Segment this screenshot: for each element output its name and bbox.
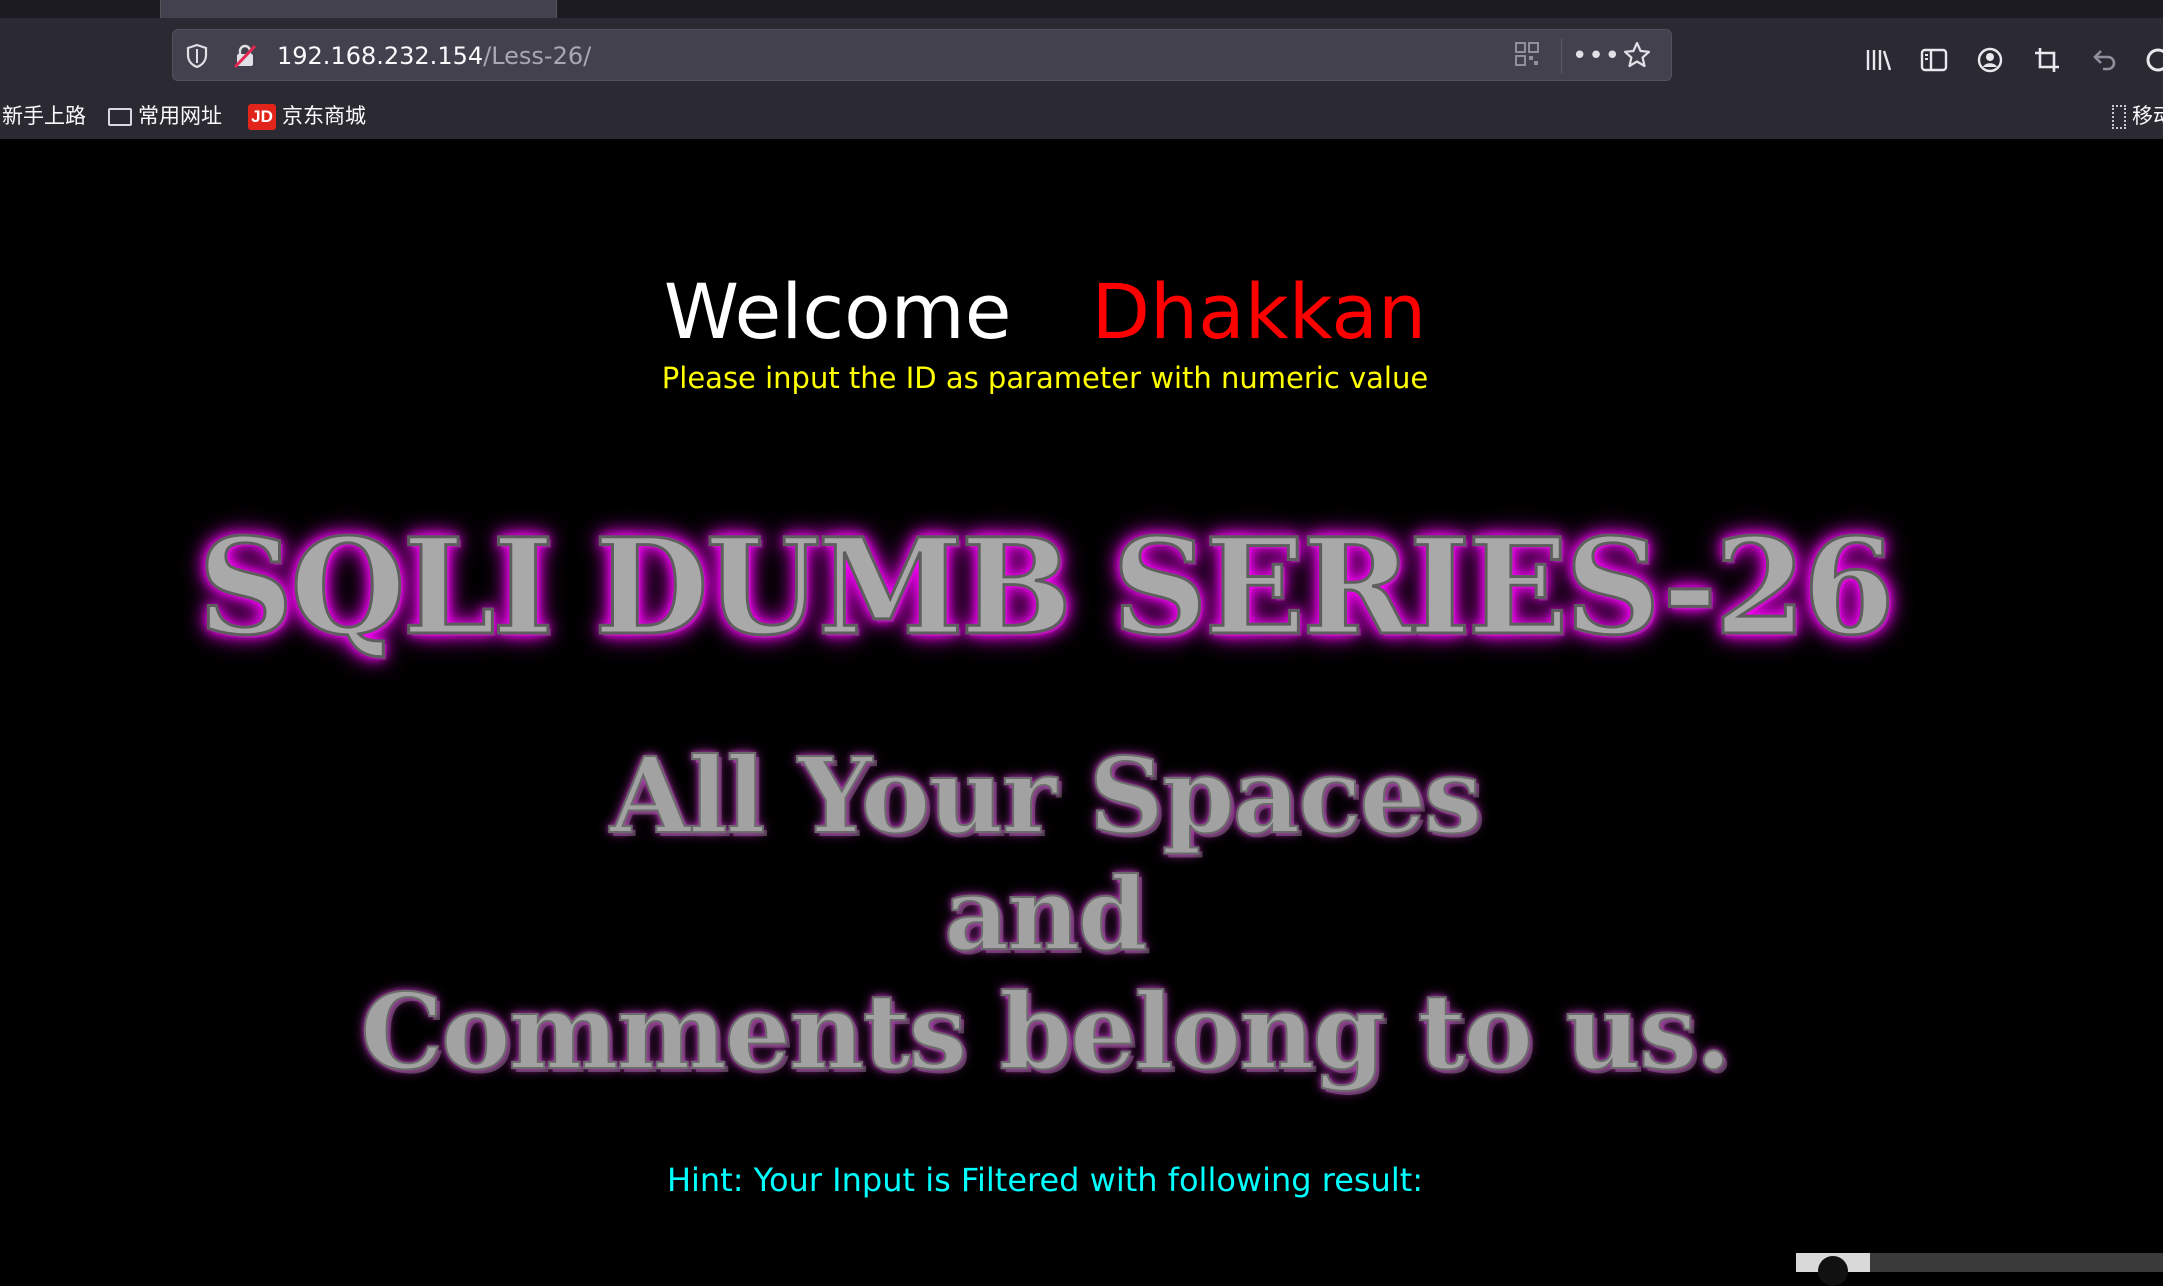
bookmark-label: 新手上路 [2,104,86,128]
bookmark-folder-common[interactable]: 常用网址 [108,100,222,132]
url-bar-separator [1561,38,1562,74]
user-name: Dhakkan [1091,267,1427,356]
library-icon[interactable] [1860,44,1896,80]
screenshot-crop-icon[interactable] [2029,44,2065,80]
url-host: 192.168.232.154 [277,42,484,70]
folder-icon [108,108,132,126]
sidebar-icon[interactable] [1916,44,1952,80]
welcome-heading: Welcome Dhakkan [0,267,2090,357]
sync-icon[interactable] [2140,44,2163,80]
bookmark-label: 常用网址 [138,104,222,128]
welcome-text: Welcome [663,267,1012,356]
mobile-icon [2112,105,2126,129]
bookmark-jd[interactable]: JD 京东商城 [248,100,366,132]
corner-widget[interactable] [1796,1253,2163,1286]
slogan-banner: All Your Spaces and Comments belong to u… [0,734,2090,1093]
active-tab[interactable] [160,0,557,18]
avatar [1796,1253,1870,1286]
more-actions-icon[interactable]: ••• [1572,40,1620,72]
shield-icon[interactable] [183,42,211,70]
page-content: Welcome Dhakkan Please input the ID as pa… [0,139,2163,1272]
bookmark-label: 移动 [2132,104,2163,128]
filter-hint: Hint: Your Input is Filtered with follow… [666,1161,1424,1199]
jd-icon: JD [248,104,276,130]
bookmark-star-icon[interactable] [1621,40,1653,72]
series-title-banner: SQLI DUMB SERIES-26 [197,510,1897,665]
browser-chrome: 192.168.232.154/Less-26/ ••• 新手上路 常用网址 J… [0,0,2163,139]
tab-strip [0,0,2163,18]
url-text[interactable]: 192.168.232.154/Less-26/ [277,38,591,74]
slogan-line-2: and [943,854,1148,974]
account-icon[interactable] [1972,44,2008,80]
address-bar[interactable]: 192.168.232.154/Less-26/ ••• [172,29,1672,81]
qr-code-icon[interactable] [1511,40,1543,72]
bookmark-mobile[interactable]: 移动 [2112,100,2163,132]
bookmark-getting-started[interactable]: 新手上路 [2,100,86,132]
slogan-line-1: All Your Spaces [609,734,1483,857]
insecure-lock-icon[interactable] [231,42,259,70]
instruction-text: Please input the ID as parameter with nu… [661,361,1429,395]
bookmark-label: 京东商城 [282,104,366,128]
slogan-line-3: Comments belong to us. [359,970,1732,1093]
navigation-toolbar: 192.168.232.154/Less-26/ ••• [0,18,2163,94]
url-path: /Less-26/ [483,42,592,70]
undo-icon[interactable] [2086,44,2122,80]
bookmarks-toolbar: 新手上路 常用网址 JD京东商城 移动 [0,94,2163,139]
